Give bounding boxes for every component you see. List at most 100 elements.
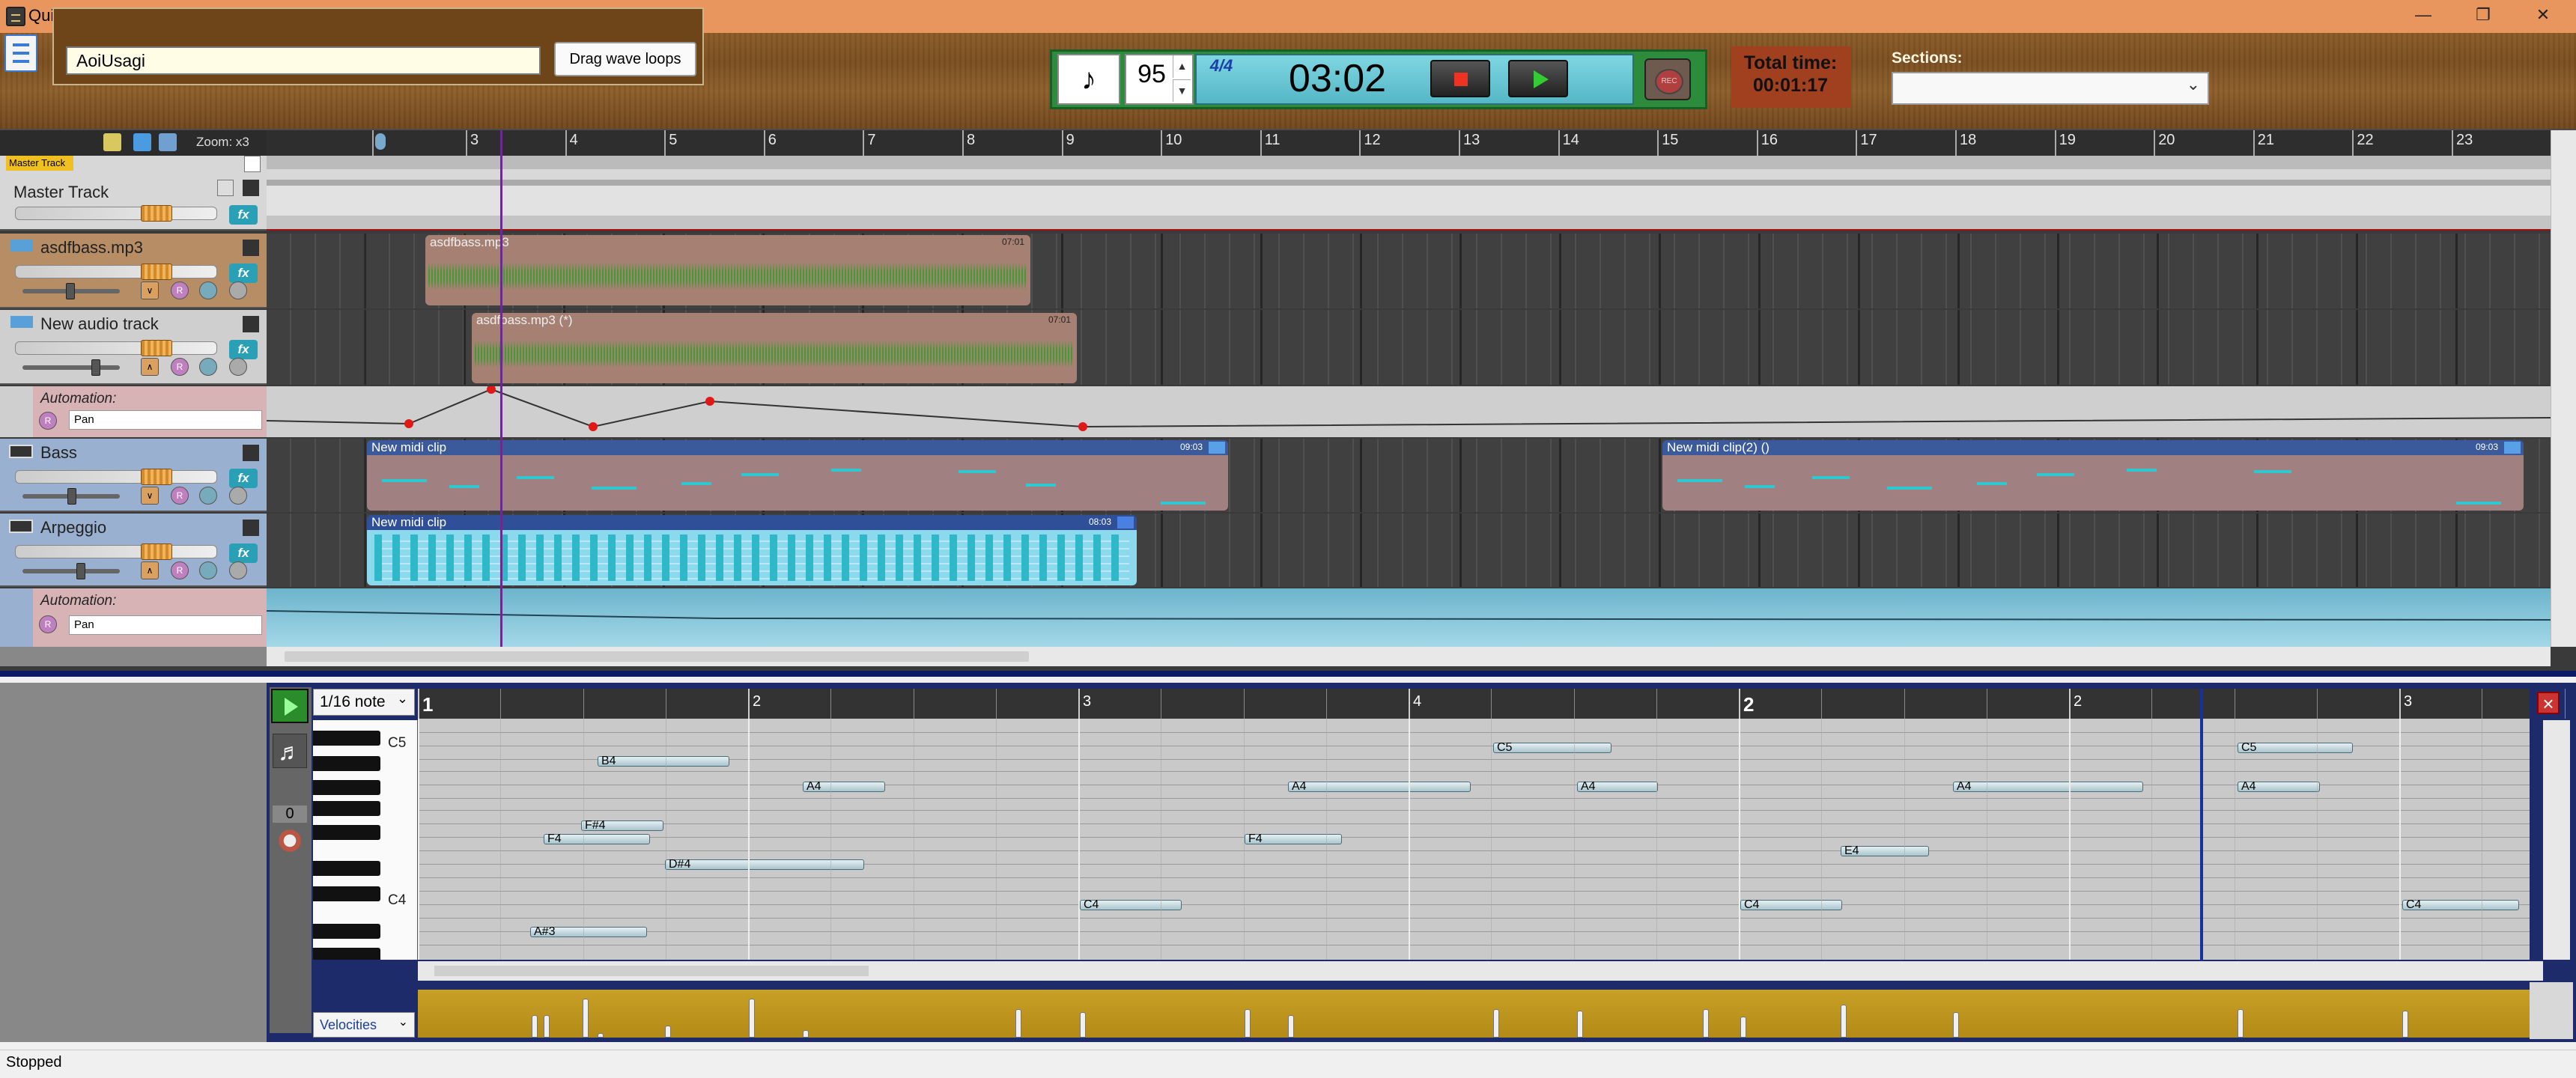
automation-record-icon[interactable]: R: [39, 615, 57, 633]
clip-expand-icon[interactable]: [1117, 517, 1134, 529]
solo-icon[interactable]: [229, 487, 247, 505]
volume-knob[interactable]: [141, 340, 172, 356]
velocity-bar[interactable]: [2402, 1011, 2408, 1038]
pin-icon[interactable]: [244, 156, 261, 172]
velocity-bar[interactable]: [1953, 1012, 1959, 1038]
play-button[interactable]: [1508, 60, 1568, 97]
record-arm-icon[interactable]: R: [171, 487, 189, 505]
note[interactable]: A4: [2238, 780, 2320, 793]
velocity-bar[interactable]: [1015, 1009, 1021, 1038]
time-signature-button[interactable]: 4/4: [1201, 57, 1242, 100]
solo-icon[interactable]: [229, 358, 247, 376]
automation-param-select[interactable]: Pan: [69, 615, 262, 635]
note[interactable]: C5: [1493, 741, 1611, 754]
expand-up-icon[interactable]: ∧: [141, 561, 159, 579]
fx-button[interactable]: fx: [229, 543, 258, 563]
mute-icon[interactable]: [199, 561, 217, 579]
automation-lane[interactable]: [267, 588, 2551, 647]
record-arm-icon[interactable]: R: [171, 358, 189, 376]
arrangement-vertical-scrollbar[interactable]: [2551, 130, 2576, 647]
mute-icon[interactable]: [199, 281, 217, 299]
midi-clip[interactable]: New midi clip 09:03: [367, 440, 1228, 511]
automation-curve[interactable]: [267, 386, 2551, 437]
pan-slider[interactable]: [22, 365, 120, 370]
piano-keyboard[interactable]: C5 C4: [313, 720, 418, 960]
black-key[interactable]: [313, 861, 380, 876]
expand-icon[interactable]: [243, 316, 259, 332]
track-header-asdfbass[interactable]: asdfbass.mp3 fx ∨ R: [0, 234, 267, 308]
tempo-value[interactable]: 95: [1132, 60, 1171, 89]
expand-icon[interactable]: [243, 240, 259, 256]
automation-param-select[interactable]: Pan: [69, 410, 262, 430]
velocity-bar[interactable]: [1703, 1009, 1709, 1038]
fx-button[interactable]: fx: [229, 205, 258, 225]
drag-wave-loops-button[interactable]: Drag wave loops: [554, 42, 696, 76]
velocity-lane-select[interactable]: Velocities: [313, 1012, 415, 1038]
note[interactable]: F4: [1245, 832, 1342, 845]
solo-icon[interactable]: [229, 281, 247, 299]
volume-slider[interactable]: [15, 545, 217, 558]
note[interactable]: A4: [1577, 780, 1658, 793]
piano-roll-vertical-scrollbar[interactable]: [2543, 720, 2570, 960]
black-key[interactable]: [313, 801, 380, 816]
note[interactable]: C4: [1080, 898, 1182, 911]
note[interactable]: A4: [1288, 780, 1471, 793]
volume-slider[interactable]: [15, 207, 217, 220]
piano-roll-play-button[interactable]: [271, 689, 309, 723]
track-header-new-audio[interactable]: New audio track fx ∧ R: [0, 310, 267, 385]
note[interactable]: A4: [803, 780, 885, 793]
dial-icon[interactable]: [273, 823, 307, 858]
piano-roll-grid[interactable]: B4 C5 A4 A4 A4 A4 A4 F#4 F4 F4 D#4 E4 C4…: [418, 719, 2530, 960]
velocity-bar[interactable]: [749, 999, 755, 1038]
volume-knob[interactable]: [141, 543, 172, 560]
piano-roll-playhead[interactable]: [2200, 689, 2203, 964]
velocity-bar[interactable]: [1080, 1012, 1086, 1038]
record-arm-icon[interactable]: R: [171, 561, 189, 579]
sections-dropdown[interactable]: [1892, 72, 2209, 105]
note[interactable]: C4: [1740, 898, 1842, 911]
velocity-bar[interactable]: [1288, 1015, 1294, 1038]
velocity-lane[interactable]: [418, 990, 2530, 1038]
velocity-bar[interactable]: [1740, 1017, 1746, 1038]
panel-splitter[interactable]: [0, 671, 2576, 677]
expand-icon[interactable]: [159, 133, 177, 151]
track-name[interactable]: New audio track: [40, 314, 159, 334]
expand-icon[interactable]: [243, 445, 259, 461]
track-header-arpeggio[interactable]: Arpeggio fx ∧ R: [0, 514, 267, 587]
clip-expand-icon[interactable]: [2504, 442, 2521, 454]
black-key[interactable]: [313, 924, 380, 939]
clip-expand-icon[interactable]: [1209, 442, 1225, 454]
note[interactable]: F#4: [581, 819, 663, 832]
note[interactable]: E4: [1841, 844, 1929, 857]
track-header-bass[interactable]: Bass fx ∨ R: [0, 439, 267, 512]
velocity-bar[interactable]: [1577, 1011, 1583, 1038]
note[interactable]: A4: [1953, 780, 2143, 793]
expand-icon[interactable]: [243, 520, 259, 536]
velocity-bar[interactable]: [1245, 1009, 1251, 1038]
track-name[interactable]: asdfbass.mp3: [40, 238, 143, 258]
expand-up-icon[interactable]: ∧: [141, 358, 159, 376]
black-key[interactable]: [313, 756, 380, 771]
fx-button[interactable]: fx: [229, 340, 258, 359]
stop-button[interactable]: [1430, 60, 1490, 97]
automation-curve[interactable]: [267, 588, 2551, 647]
pan-slider[interactable]: [22, 569, 120, 573]
volume-slider[interactable]: [15, 470, 217, 484]
velocity-bar[interactable]: [803, 1030, 809, 1038]
menu-button[interactable]: [4, 34, 37, 72]
velocity-bar[interactable]: [2238, 1009, 2244, 1038]
grid-resolution-select[interactable]: 1/16 note: [313, 689, 415, 716]
close-piano-roll-icon[interactable]: ×: [2537, 692, 2560, 714]
note[interactable]: B4: [598, 755, 729, 767]
note[interactable]: C4: [2402, 898, 2519, 911]
add-track-icon[interactable]: [133, 133, 151, 151]
automation-record-icon[interactable]: R: [39, 412, 57, 430]
velocity-bar[interactable]: [532, 1015, 538, 1038]
velocity-bar[interactable]: [583, 999, 589, 1038]
close-button[interactable]: ✕: [2513, 0, 2573, 33]
scrollbar-thumb[interactable]: [285, 651, 1029, 662]
timeline-ruler[interactable]: 3 4 5 6 7 8 9 10 11 12 13 14 15 16 17 18 19 20 21 22 23: [267, 130, 2551, 156]
black-key[interactable]: [313, 886, 380, 901]
velocity-bar[interactable]: [665, 1026, 671, 1038]
tempo-up-icon[interactable]: ▲: [1173, 55, 1191, 78]
